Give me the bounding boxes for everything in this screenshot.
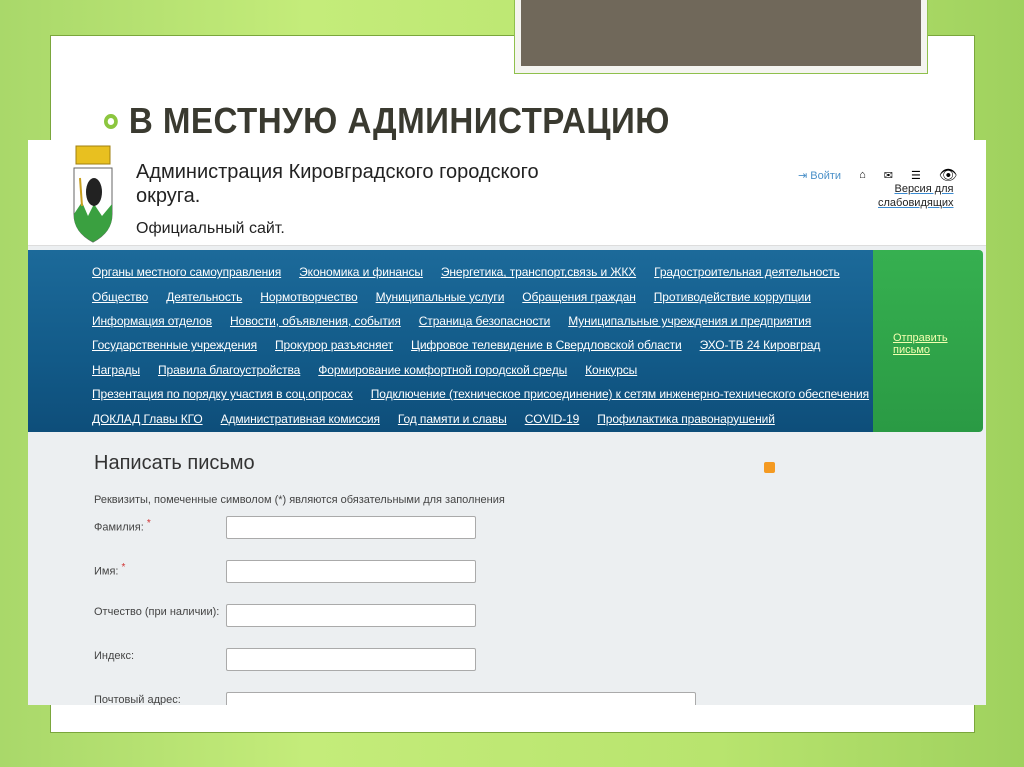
nav-link[interactable]: Информация отделов [92,314,212,328]
home-icon[interactable]: ⌂ [859,169,866,181]
send-letter-link[interactable]: Отправить письмо [893,332,983,356]
login-link[interactable]: ⇥ Войти [798,169,841,182]
field-label-text: Индекс: [94,650,135,662]
mail-icon[interactable]: ✉ [884,169,893,182]
required-star: * [121,562,126,573]
field-input[interactable] [226,560,476,583]
sitemap-icon[interactable]: ☰ [911,169,921,182]
site-title: Администрация Кировградского городского … [136,161,539,207]
nav-link[interactable]: Цифровое телевидение в Свердловской обла… [411,338,682,352]
required-star: * [146,518,151,529]
nav-link[interactable]: Муниципальные услуги [376,290,505,304]
nav-link[interactable]: Конкурсы [585,363,637,377]
nav-row: Органы местного самоуправления Экономика … [92,260,869,284]
nav-row: Общество Деятельность Нормотворчество Муниц… [92,284,869,308]
nav-row: Государственные учреждения Прокурор разъя… [92,333,869,357]
login-label: Войти [810,169,842,182]
nav-link[interactable]: ЭХО-ТВ 24 Кировград [700,338,821,352]
decorative-box [514,0,928,74]
nav-link[interactable]: Формирование комфортной городской среды [318,363,567,377]
bullet-icon [104,113,118,129]
nav-link[interactable]: Год памяти и славы [398,412,507,426]
nav-link[interactable]: Административная комиссия [221,412,380,426]
nav-row: Информация отделов Новости, объявления, с… [92,309,869,333]
nav-link[interactable]: Экономика и финансы [299,265,423,279]
field-label: Отчество (при наличии): [94,606,219,618]
nav-link[interactable]: Градостроительная деятельность [654,265,840,279]
form-title: Написать письмо [94,452,255,474]
low-vision-link[interactable]: Версия для слабовидящих [878,182,954,210]
nav-link[interactable]: Общество [92,290,148,304]
field-label: Фамилия: * [94,518,151,534]
nav-row: Презентация по порядку участия в соц.опр… [92,382,869,406]
nav-link[interactable]: COVID-19 [525,412,580,426]
nav-link[interactable]: Муниципальные учреждения и предприятия [568,314,811,328]
low-vision-line: слабовидящих [878,197,954,209]
field-label-text: Отчество (при наличии): [94,606,220,618]
nav-link[interactable]: Прокурор разъясняет [275,338,393,352]
site-subtitle: Официальный сайт. [136,220,285,237]
nav-link[interactable]: ДОКЛАД Главы КГО [92,412,203,426]
nav-link[interactable]: Государственные учреждения [92,338,257,352]
main-nav: Органы местного самоуправления Экономика … [28,250,873,432]
field-label-text: Почтовый адрес: [94,694,181,705]
nav-link[interactable]: Нормотворчество [260,290,357,304]
nav-link[interactable]: Органы местного самоуправления [92,265,281,279]
nav-link[interactable]: Презентация по порядку участия в соц.опр… [92,387,353,401]
website-screenshot: Администрация Кировградского городского … [28,140,986,705]
field-label: Почтовый адрес: [94,694,181,705]
field-input[interactable] [226,648,476,671]
rss-icon[interactable] [764,462,775,473]
low-vision-line: Версия для [894,183,954,195]
nav-link[interactable]: Обращения граждан [522,290,636,304]
coat-of-arms-logo [73,145,113,243]
nav-link[interactable]: Деятельность [166,290,242,304]
nav-link[interactable]: Подключение (техническое присоединение) … [371,387,869,401]
nav-link[interactable]: Правила благоустройства [158,363,300,377]
nav-link[interactable]: Профилактика правонарушений [597,412,775,426]
nav-link[interactable]: Новости, объявления, события [230,314,401,328]
nav-row: ДОКЛАД Главы КГО Административная комисси… [92,406,869,430]
site-header: Администрация Кировградского городского … [28,140,986,246]
slide-title: В МЕСТНУЮ АДМИНИСТРАЦИЮ [104,100,670,142]
field-label-text: Имя: [94,565,119,578]
field-input[interactable] [226,516,476,539]
required-note: Реквизиты, помеченные символом (*) являю… [94,494,505,506]
field-label-text: Фамилия: [94,521,144,534]
send-letter-panel: Отправить письмо [873,250,983,432]
nav-link[interactable]: Энергетика, транспорт,связь и ЖКХ [441,265,636,279]
field-label: Имя: * [94,562,125,578]
nav-link[interactable]: Противодействие коррупции [654,290,811,304]
nav-link[interactable]: Страница безопасности [419,314,551,328]
nav-link[interactable]: Награды [92,363,140,377]
nav-row: Награды Правила благоустройства Формирован… [92,358,869,382]
field-label: Индекс: [94,650,134,662]
field-input[interactable] [226,604,476,627]
slide-title-text: В МЕСТНУЮ АДМИНИСТРАЦИЮ [128,100,670,141]
field-input[interactable] [226,692,696,705]
